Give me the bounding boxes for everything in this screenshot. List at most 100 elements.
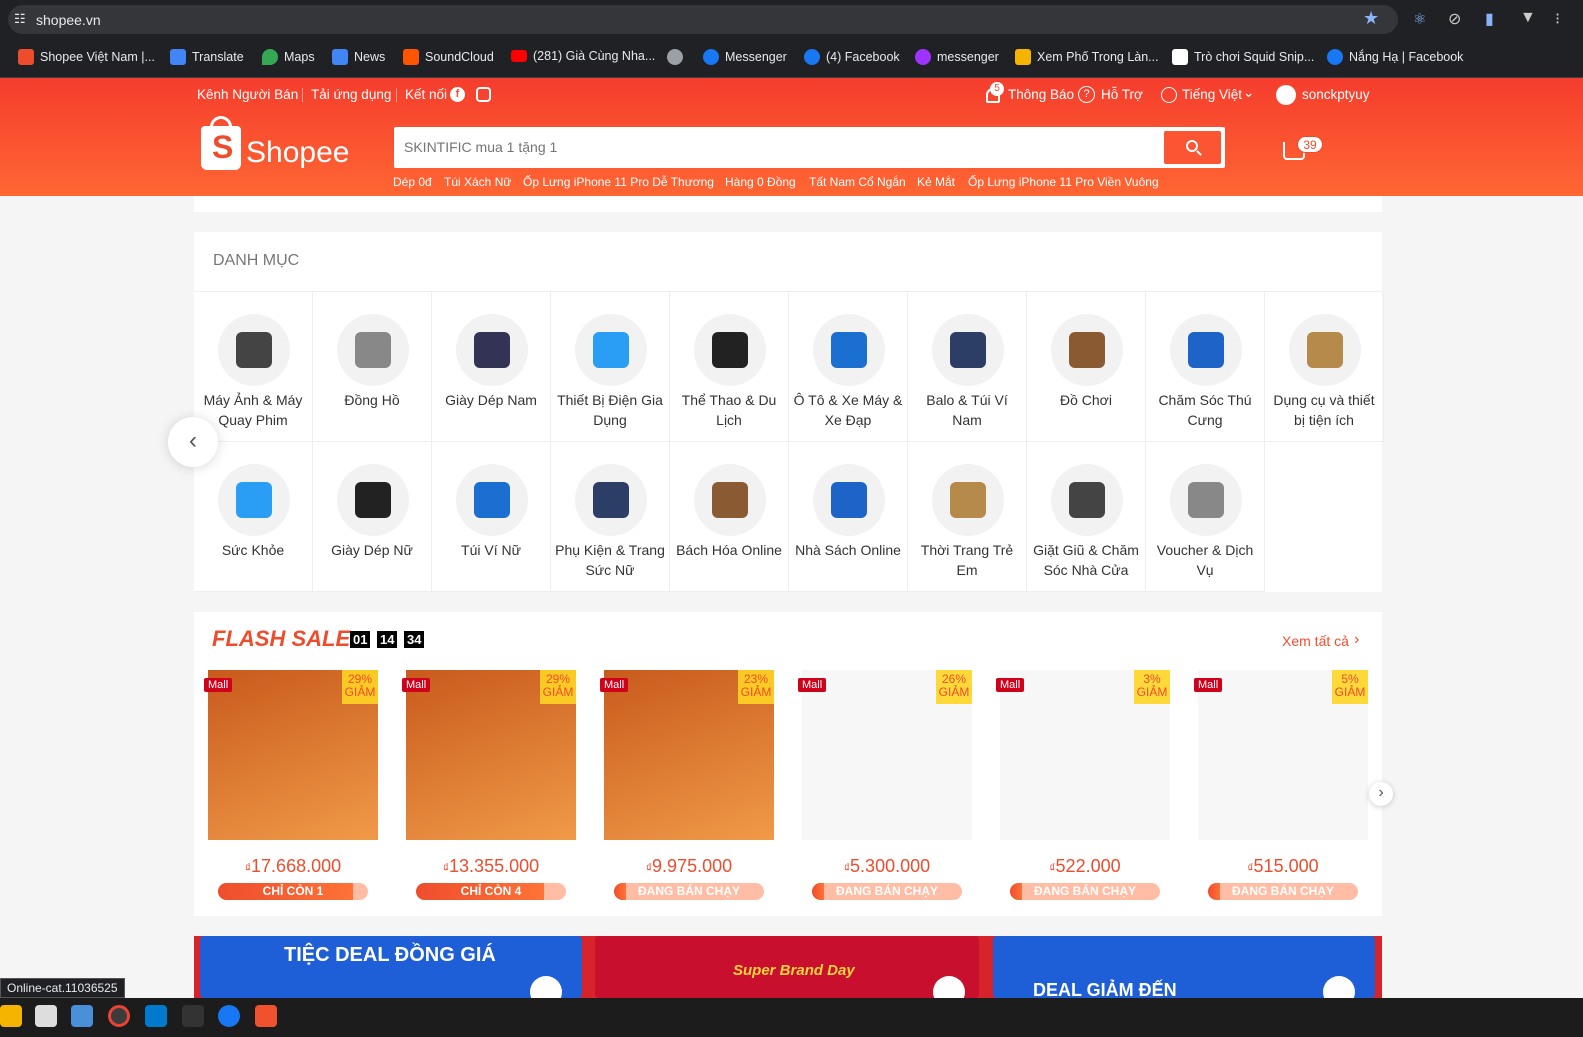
terminal-icon[interactable] xyxy=(182,1005,204,1027)
bookmark-nang-ha[interactable]: Nắng Hạ | Facebook xyxy=(1327,49,1463,65)
vscode-icon[interactable] xyxy=(145,1005,167,1027)
category-item[interactable]: Thiết Bị Điện Gia Dụng xyxy=(551,292,670,442)
category-item[interactable]: Nhà Sách Online xyxy=(789,442,908,592)
category-item[interactable]: Máy Ảnh & Máy Quay Phim xyxy=(194,292,313,442)
product-price: ₫9.975.000 xyxy=(604,856,774,877)
compass-extension-icon[interactable]: ⊘ xyxy=(1448,9,1461,29)
chrome-icon[interactable] xyxy=(108,1005,130,1027)
bookmark-news[interactable]: News xyxy=(332,49,385,65)
instagram-icon[interactable] xyxy=(476,87,491,102)
discount-percent: 29% xyxy=(347,672,373,686)
category-item[interactable]: Giày Dép Nam xyxy=(432,292,551,442)
chevron-down-icon[interactable]: ⌄ xyxy=(1243,85,1254,101)
categories-prev-button[interactable]: ‹ xyxy=(168,417,218,467)
logo-s: S xyxy=(212,129,234,165)
chevron-right-icon[interactable]: › xyxy=(1354,631,1359,649)
notifications-link[interactable]: Thông Báo xyxy=(1008,87,1074,102)
react-extension-icon[interactable]: ⚛ xyxy=(1413,10,1426,28)
category-item[interactable]: Dụng cụ và thiết bị tiện ích xyxy=(1265,292,1384,442)
category-image-shape xyxy=(950,482,986,518)
category-image xyxy=(1051,464,1123,536)
category-item[interactable]: Thời Trang Trẻ Em xyxy=(908,442,1027,592)
username-link[interactable]: sonckptyuy xyxy=(1302,87,1370,102)
bookmark-globe[interactable] xyxy=(667,49,683,65)
bookmark-squid[interactable]: Trò chơi Squid Snip... xyxy=(1172,49,1314,65)
flash-sale-next-button[interactable]: › xyxy=(1369,782,1393,806)
category-item[interactable]: Thể Thao & Du Lịch xyxy=(670,292,789,442)
category-item[interactable]: Giặt Giũ & Chăm Sóc Nhà Cửa xyxy=(1027,442,1146,592)
help-link[interactable]: Hỗ Trợ xyxy=(1101,87,1143,102)
bookmark-shopee[interactable]: Shopee Việt Nam |... xyxy=(18,49,155,65)
shopee-wordmark[interactable]: Shopee xyxy=(246,136,349,170)
messenger-icon xyxy=(915,49,931,65)
bookmark-star-icon[interactable]: ★ xyxy=(1363,8,1379,29)
url-text: shopee.vn xyxy=(36,12,101,28)
globe-icon[interactable] xyxy=(1161,87,1177,103)
category-item[interactable]: Ô Tô & Xe Máy & Xe Đạp xyxy=(789,292,908,442)
bookmark-maps[interactable]: Maps xyxy=(262,49,315,65)
bookmark-label: News xyxy=(354,50,386,64)
facebook-icon[interactable] xyxy=(218,1005,240,1027)
flash-sale-title: FLASH SALE xyxy=(212,626,351,651)
help-icon[interactable]: ? xyxy=(1078,86,1095,103)
category-item[interactable]: Giày Dép Nữ xyxy=(313,442,432,592)
shopee-bag-logo-icon[interactable]: S xyxy=(201,116,241,170)
docs-extension-icon[interactable]: ▮ xyxy=(1485,9,1494,29)
file-explorer-icon[interactable] xyxy=(0,1005,22,1027)
bookmark-messenger-2[interactable]: messenger xyxy=(915,49,999,65)
seller-channel-link[interactable]: Kênh Người Bán xyxy=(197,87,298,102)
search-button[interactable] xyxy=(1164,131,1221,164)
keyword-link[interactable]: Kẻ Mắt xyxy=(917,175,955,189)
see-all-link[interactable]: Xem tất cả xyxy=(1282,633,1349,649)
keyword-link[interactable]: Ốp Lưng iPhone 11 Pro Dễ Thương xyxy=(523,175,714,189)
facebook-icon[interactable]: f xyxy=(450,87,465,102)
site-info-icon[interactable]: ☷ xyxy=(14,11,26,27)
category-item[interactable]: Đồ Chơi xyxy=(1027,292,1146,442)
bookmark-label: Messenger xyxy=(725,50,787,64)
keyword-link[interactable]: Tất Nam Cổ Ngắn xyxy=(809,175,906,189)
category-item[interactable]: Túi Ví Nữ xyxy=(432,442,551,592)
download-app-link[interactable]: Tải ứng dụng xyxy=(311,87,391,102)
search-input[interactable] xyxy=(404,135,1154,159)
vue-extension-icon[interactable]: ▼ xyxy=(1520,9,1536,27)
extensions-icon[interactable]: ⁝ xyxy=(1555,9,1560,29)
category-label: Giày Dép Nam xyxy=(445,392,537,408)
category-item[interactable]: Đồng Hồ xyxy=(313,292,432,442)
categories-section: DANH MỤC Máy Ảnh & Máy Quay Phim Đồng Hồ G… xyxy=(194,232,1384,592)
keyword-link[interactable]: Túi Xách Nữ xyxy=(444,175,511,189)
category-image-shape xyxy=(950,332,986,368)
keyword-link[interactable]: Hàng 0 Đồng xyxy=(725,175,796,189)
category-image xyxy=(218,464,290,536)
discount-badge: 5% GIẢM xyxy=(1332,670,1368,704)
category-image-shape xyxy=(474,332,510,368)
category-image-shape xyxy=(1307,332,1343,368)
categories-grid: Máy Ảnh & Máy Quay Phim Đồng Hồ Giày Dép N… xyxy=(194,292,1384,592)
start-icon[interactable] xyxy=(35,1005,57,1027)
banner-deal[interactable]: TIỆC DEAL ĐỒNG GIÁ xyxy=(200,936,582,1008)
app-icon[interactable] xyxy=(255,1005,277,1027)
keyword-link[interactable]: Dép 0đ xyxy=(393,175,432,189)
bookmark-soundcloud[interactable]: SoundCloud xyxy=(403,49,494,65)
bookmark-youtube[interactable]: (281) Già Cùng Nha... xyxy=(511,49,655,63)
mail-icon[interactable] xyxy=(71,1005,93,1027)
banner-brand-day[interactable]: Super Brand Day xyxy=(595,936,979,1008)
category-item[interactable]: Bách Hóa Online xyxy=(670,442,789,592)
url-field[interactable]: ☷ xyxy=(8,5,1398,34)
bookmark-facebook[interactable]: (4) Facebook xyxy=(804,49,900,65)
category-item[interactable]: Balo & Túi Ví Nam xyxy=(908,292,1027,442)
language-selector[interactable]: Tiếng Việt xyxy=(1182,87,1242,102)
avatar[interactable] xyxy=(1276,85,1296,105)
bookmark-translate[interactable]: Translate xyxy=(170,49,244,65)
category-image-shape xyxy=(831,482,867,518)
category-item[interactable]: Chăm Sóc Thú Cưng xyxy=(1146,292,1265,442)
bookmark-pho[interactable]: Xem Phố Trong Làn... xyxy=(1015,49,1159,65)
banner-live[interactable]: DEAL GIẢM ĐẾN xyxy=(993,936,1375,1008)
keyword-link[interactable]: Ốp Lưng iPhone 11 Pro Viền Vuông xyxy=(968,175,1159,189)
bookmark-messenger[interactable]: Messenger xyxy=(703,49,787,65)
category-item[interactable]: Sức Khỏe xyxy=(194,442,313,592)
globe-icon xyxy=(667,49,683,65)
category-item[interactable]: Voucher & Dịch Vụ xyxy=(1146,442,1265,592)
category-image-shape xyxy=(593,332,629,368)
category-item[interactable]: Phụ Kiện & Trang Sức Nữ xyxy=(551,442,670,592)
quick-links-strip xyxy=(194,196,1382,212)
